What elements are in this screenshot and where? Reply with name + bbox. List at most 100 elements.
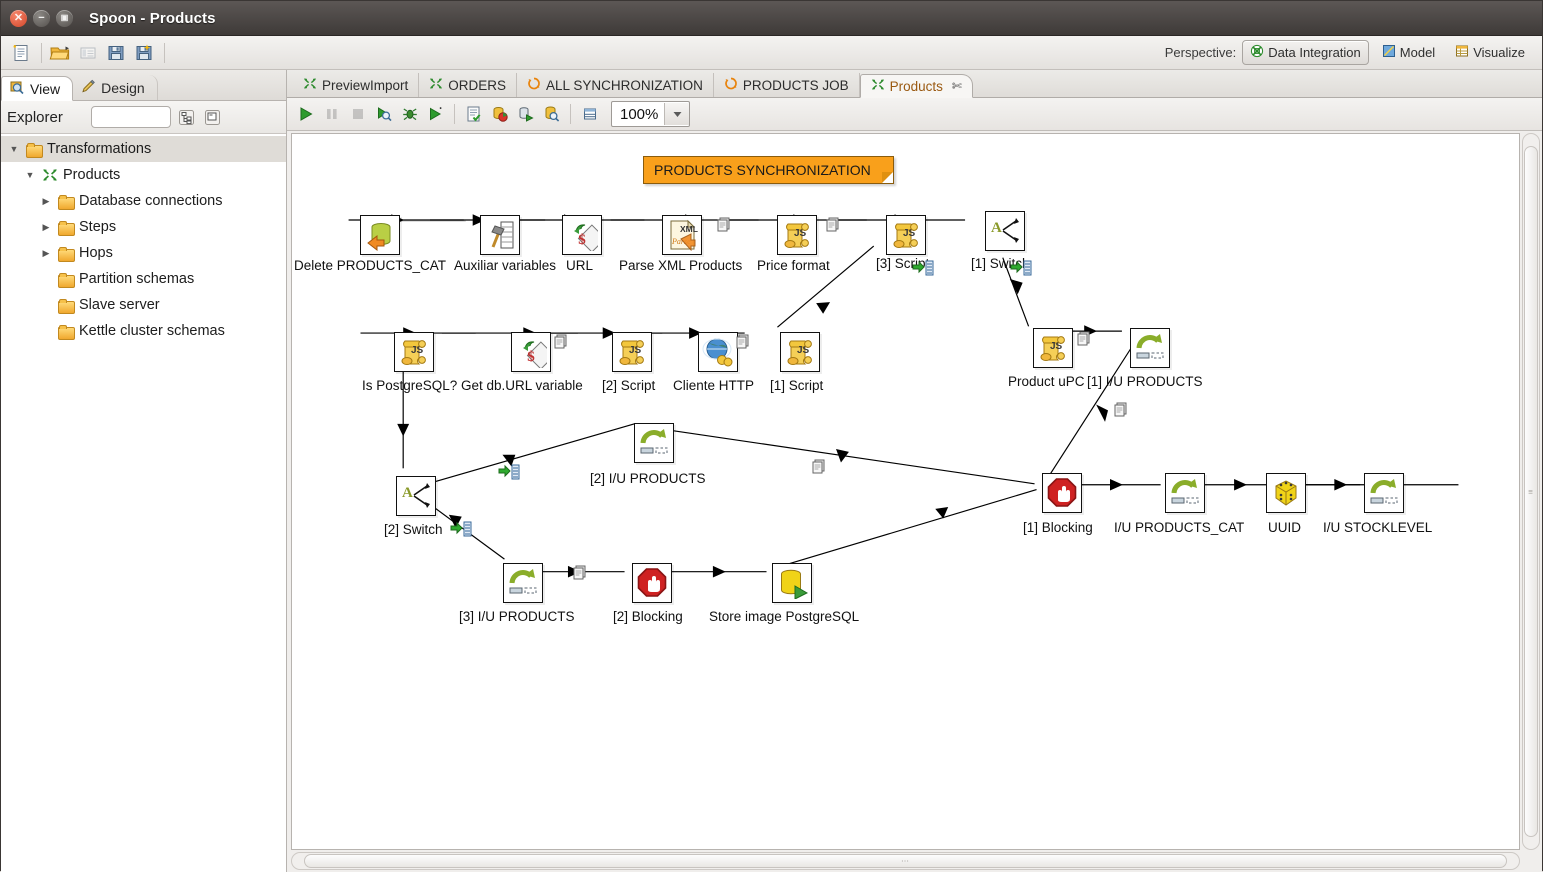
tree-expand-icon[interactable] [177,107,197,127]
chevron-down-icon[interactable]: ▼ [23,170,37,180]
canvas-note[interactable]: PRODUCTS SYNCHRONIZATION [643,156,894,184]
database-magnifier-icon[interactable] [539,102,564,127]
tree-item-kettle-cluster-schemas[interactable]: Kettle cluster schemas [1,318,286,344]
hop-target-icon [1010,260,1034,276]
step-parse-xml-products[interactable]: XML Parse [662,215,702,255]
tree-collapse-icon[interactable] [203,107,223,127]
bug-icon[interactable] [397,102,422,127]
perspective-data-integration[interactable]: Data Integration [1242,40,1369,65]
step-iu-products-cat[interactable] [1165,473,1205,513]
database-pie-icon[interactable] [487,102,512,127]
folder-icon [58,272,75,288]
play-replay-icon[interactable] [423,102,448,127]
close-icon[interactable]: ✄ [952,79,962,93]
editor-toolbar: 100% [287,98,1542,131]
tree-item-database-connections[interactable]: ▶ Database connections [1,188,286,214]
preview-magnifier-icon[interactable] [371,102,396,127]
zoom-selector[interactable]: 100% [611,101,691,127]
tree-item-hops[interactable]: ▶ Hops [1,240,286,266]
step-script-2[interactable]: JS [612,332,652,372]
tree-item-transformations[interactable]: ▼ Transformations [1,136,286,162]
step-store-image-postgresql[interactable] [772,563,812,603]
svg-text:$: $ [527,349,535,365]
hop-copy-icon [826,217,842,232]
step-switch-2[interactable]: A [396,476,436,516]
tree-item-partition-schemas[interactable]: Partition schemas [1,266,286,292]
list-icon[interactable] [75,40,101,66]
step-script-1[interactable]: JS [780,332,820,372]
step-iu-stocklevel[interactable] [1364,473,1404,513]
stop-button[interactable] [345,102,370,127]
switch-case-icon: A [991,218,1019,243]
pause-button[interactable] [319,102,344,127]
step-blocking-1[interactable] [1042,473,1082,513]
step-product-upc[interactable]: JS [1033,328,1073,368]
perspective-visualize[interactable]: Visualize [1448,41,1532,64]
close-button[interactable]: ✕ [10,9,27,27]
step-label-store-image-postgresql: Store image PostgreSQL [709,609,860,624]
canvas-vertical-scroll-thumb[interactable]: ≡ [1524,146,1538,837]
step-blocking-2[interactable] [632,563,672,603]
table-output-delete-icon [367,223,391,251]
step-get-db-url-variable[interactable]: $ [511,332,551,372]
chevron-down-icon[interactable] [664,103,690,125]
step-uuid[interactable] [1266,473,1306,513]
step-auxiliar-variables[interactable] [480,215,520,255]
folder-icon [58,220,75,236]
step-label-iu-products-cat: I/U PRODUCTS_CAT [1114,520,1245,535]
run-button[interactable] [293,102,318,127]
tab-design-label: Design [101,79,145,96]
perspective-model[interactable]: Model [1375,41,1442,64]
step-price-format[interactable]: JS [777,215,817,255]
chevron-right-icon[interactable]: ▶ [39,196,53,207]
chevron-down-icon[interactable]: ▼ [7,144,21,154]
tab-design[interactable]: Design [73,75,158,100]
tree-item-products[interactable]: ▼ Products [1,162,286,188]
open-folder-icon[interactable] [47,40,73,66]
maximize-button[interactable]: ▣ [56,9,73,27]
tab-view-label: View [30,80,61,97]
switch-case-icon: A [402,483,430,508]
step-switch-1[interactable]: A [985,211,1025,251]
editor-toolbar-separator-2 [570,104,571,124]
transformation-icon [42,168,58,182]
grid-icon[interactable] [577,102,602,127]
chevron-right-icon[interactable]: ▶ [39,248,53,259]
database-arrow-icon[interactable] [513,102,538,127]
step-cliente-http[interactable] [698,332,738,372]
canvas-horizontal-scroll-thumb[interactable]: ⋯ [304,854,1507,868]
canvas-vertical-scrollbar[interactable]: ≡ [1522,133,1540,850]
minimize-button[interactable]: − [33,9,50,27]
transformation-canvas[interactable]: PRODUCTS SYNCHRONIZATION Delete PRODUCTS… [291,133,1520,850]
step-label-blocking-2: [2] Blocking [613,609,683,624]
step-is-postgresql[interactable]: JS [394,332,434,372]
tree-item-steps[interactable]: ▶ Steps [1,214,286,240]
chevron-right-icon[interactable]: ▶ [39,222,53,233]
new-document-icon[interactable] [8,40,34,66]
tab-products-job[interactable]: PRODUCTS JOB [714,73,860,97]
tab-previewimport[interactable]: PreviewImport [293,73,420,97]
floppy-disk-icon[interactable] [103,40,129,66]
step-iu-products-1[interactable] [1130,328,1170,368]
step-label-script-2: [2] Script [602,378,656,393]
tab-all-synchronization[interactable]: ALL SYNCHRONIZATION [517,73,714,97]
step-iu-products-3[interactable] [503,563,543,603]
step-script-3[interactable]: JS [886,215,926,255]
tab-view[interactable]: View [1,76,74,101]
tab-orders[interactable]: ORDERS [419,73,518,97]
window-title: Spoon - Products [89,9,216,27]
explorer-filter-input[interactable] [90,106,171,128]
step-label-parse-xml-products: Parse XML Products [619,258,743,273]
canvas-horizontal-scrollbar[interactable]: ⋯ [291,852,1520,870]
floppy-disk-star-icon[interactable] [131,40,157,66]
tree-item-slave-server[interactable]: Slave server [1,292,286,318]
tab-products[interactable]: Products ✄ [859,74,973,98]
hop-copy-icon [717,217,733,232]
step-iu-products-2[interactable] [634,423,674,463]
step-delete-products-cat[interactable] [360,215,400,255]
hop-target-icon [912,260,936,276]
step-url[interactable]: $ [562,215,602,255]
blocking-step-icon [1047,478,1077,507]
checklist-icon[interactable] [461,102,486,127]
svg-text:A: A [402,485,413,501]
